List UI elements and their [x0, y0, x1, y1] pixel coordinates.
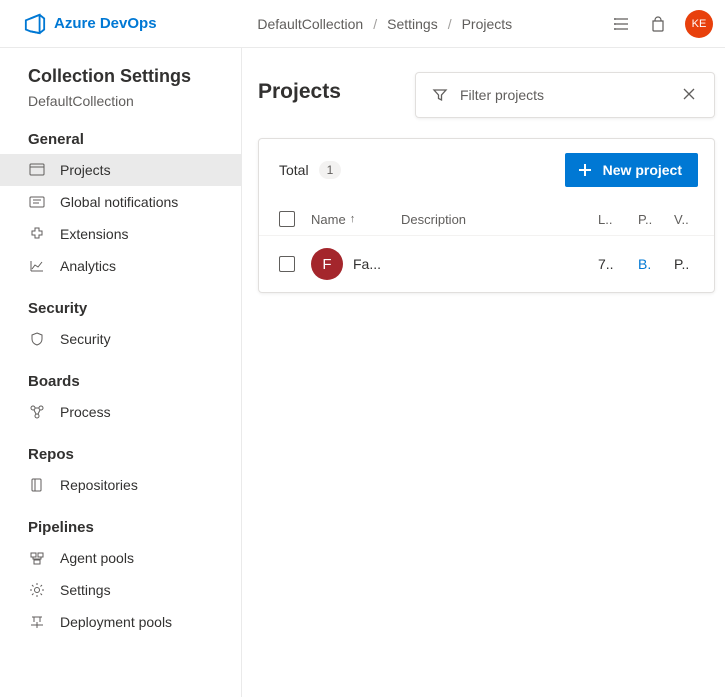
top-header: Azure DevOps DefaultCollection / Setting… — [0, 0, 725, 48]
shopping-bag-icon[interactable] — [649, 15, 667, 33]
sidebar-item-label: Extensions — [60, 226, 128, 242]
notification-icon — [28, 193, 46, 211]
close-icon[interactable] — [682, 87, 698, 103]
page-title: Projects — [258, 72, 341, 104]
project-name[interactable]: Fa... — [353, 256, 381, 272]
filter-card — [415, 72, 715, 118]
row-name-cell: F Fa... — [311, 248, 401, 280]
breadcrumb-item-2[interactable]: Projects — [462, 16, 513, 32]
project-avatar: F — [311, 248, 343, 280]
sidebar-item-repositories[interactable]: Repositories — [0, 469, 241, 501]
repo-icon — [28, 476, 46, 494]
breadcrumb-item-0[interactable]: DefaultCollection — [257, 16, 363, 32]
sidebar: Collection Settings DefaultCollection Ge… — [0, 48, 242, 697]
sidebar-item-label: Agent pools — [60, 550, 134, 566]
section-label-general: General — [0, 123, 241, 154]
sidebar-item-deployment-pools[interactable]: Deployment pools — [0, 606, 241, 638]
sidebar-item-projects[interactable]: Projects — [0, 154, 241, 186]
header-actions: KE — [613, 10, 713, 38]
column-visibility[interactable]: V.. — [674, 212, 710, 227]
total-wrap: Total 1 — [279, 161, 341, 179]
column-name[interactable]: Name ↑ — [311, 212, 401, 227]
sidebar-item-settings[interactable]: Settings — [0, 574, 241, 606]
table-header: Name ↑ Description L.. P.. V.. — [259, 203, 714, 236]
sidebar-item-label: Deployment pools — [60, 614, 172, 630]
list-icon[interactable] — [613, 15, 631, 33]
sidebar-item-label: Repositories — [60, 477, 138, 493]
brand-label: Azure DevOps — [54, 15, 157, 32]
breadcrumb-sep: / — [448, 16, 452, 32]
process-icon — [28, 403, 46, 421]
breadcrumb-sep: / — [373, 16, 377, 32]
sidebar-item-analytics[interactable]: Analytics — [0, 250, 241, 282]
new-project-label: New project — [603, 162, 682, 178]
projects-table: Name ↑ Description L.. P.. V.. F Fa... — [259, 203, 714, 292]
projects-card: Total 1 New project Name ↑ — [258, 138, 715, 293]
filter-input[interactable] — [460, 87, 670, 103]
sidebar-item-label: Analytics — [60, 258, 116, 274]
sidebar-item-label: Settings — [60, 582, 111, 598]
sidebar-item-label: Security — [60, 331, 111, 347]
section-label-pipelines: Pipelines — [0, 511, 241, 542]
section-label-boards: Boards — [0, 365, 241, 396]
user-avatar[interactable]: KE — [685, 10, 713, 38]
sidebar-item-global-notifications[interactable]: Global notifications — [0, 186, 241, 218]
new-project-button[interactable]: New project — [565, 153, 698, 187]
column-process[interactable]: P.. — [638, 212, 674, 227]
deployment-icon — [28, 613, 46, 631]
sidebar-item-security[interactable]: Security — [0, 323, 241, 355]
sidebar-title: Collection Settings — [0, 66, 241, 93]
breadcrumb-item-1[interactable]: Settings — [387, 16, 438, 32]
column-last-update[interactable]: L.. — [598, 212, 638, 227]
sidebar-subtitle: DefaultCollection — [0, 93, 241, 123]
gear-icon — [28, 581, 46, 599]
column-description[interactable]: Description — [401, 212, 598, 227]
azure-devops-logo-icon — [24, 13, 46, 35]
sidebar-item-process[interactable]: Process — [0, 396, 241, 428]
sidebar-item-label: Projects — [60, 162, 111, 178]
agent-pools-icon — [28, 549, 46, 567]
select-all-checkbox[interactable] — [279, 211, 295, 227]
row-checkbox[interactable] — [279, 256, 295, 272]
row-last-update: 7.. — [598, 256, 638, 272]
extension-icon — [28, 225, 46, 243]
section-label-repos: Repos — [0, 438, 241, 469]
plus-icon — [577, 162, 593, 178]
table-row[interactable]: F Fa... 7.. B. P.. — [259, 236, 714, 292]
row-visibility: P.. — [674, 256, 710, 272]
total-label: Total — [279, 162, 309, 178]
sidebar-item-extensions[interactable]: Extensions — [0, 218, 241, 250]
shield-icon — [28, 330, 46, 348]
analytics-icon — [28, 257, 46, 275]
sidebar-item-label: Global notifications — [60, 194, 178, 210]
row-process[interactable]: B. — [638, 256, 674, 272]
filter-icon — [432, 87, 448, 103]
content-area: Projects Total 1 — [242, 48, 725, 697]
section-label-security: Security — [0, 292, 241, 323]
sort-asc-icon: ↑ — [350, 213, 356, 225]
total-count: 1 — [319, 161, 342, 179]
breadcrumb: DefaultCollection / Settings / Projects — [157, 16, 613, 32]
projects-icon — [28, 161, 46, 179]
avatar-initials: KE — [692, 18, 707, 30]
sidebar-item-label: Process — [60, 404, 111, 420]
brand[interactable]: Azure DevOps — [24, 13, 157, 35]
sidebar-item-agent-pools[interactable]: Agent pools — [0, 542, 241, 574]
